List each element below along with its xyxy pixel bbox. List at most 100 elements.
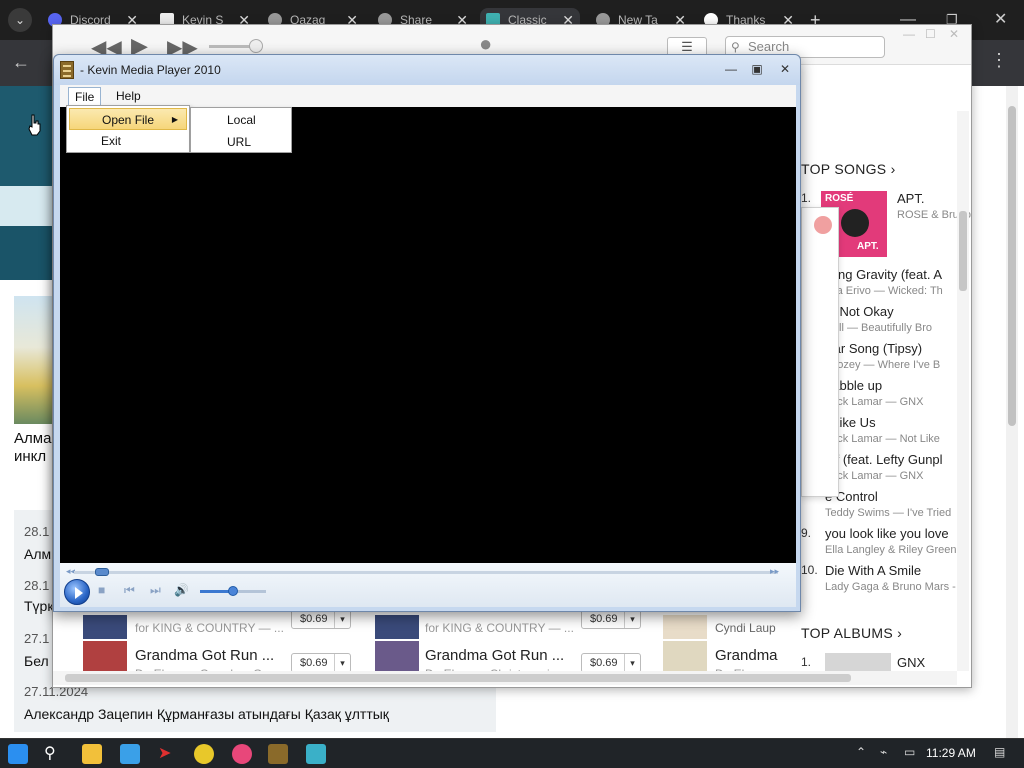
clock[interactable]: 11:29 AM (926, 746, 976, 760)
top-albums-header[interactable]: TOP ALBUMS › (801, 625, 902, 641)
player-title-bar[interactable]: - Kevin Media Player 2010 — ▣ ✕ (54, 55, 800, 85)
network-icon[interactable]: ⌁ (880, 745, 887, 759)
song-rank: 9. (801, 526, 812, 540)
itunes-volume-slider[interactable] (209, 39, 263, 53)
itunes-side-popup (801, 207, 839, 497)
news-title[interactable]: Бел (24, 653, 49, 669)
itunes-vertical-scrollbar[interactable] (957, 111, 969, 671)
tray-chevron-icon[interactable]: ⌃ (856, 745, 866, 759)
menu-item-label: Local (227, 113, 256, 127)
search-icon[interactable]: ⚲ (44, 744, 64, 764)
seek-knob[interactable] (95, 568, 110, 576)
itunes-icon[interactable] (232, 744, 252, 764)
seek-bar[interactable] (74, 568, 778, 576)
site-subheader (0, 186, 56, 226)
other-app-icon[interactable] (306, 744, 326, 764)
headline-line1[interactable]: Алма (14, 430, 51, 447)
price-label: $0.69 (590, 657, 618, 669)
song-artist: thia Erivo — Wicked: Th (825, 285, 943, 297)
price-button[interactable]: $0.69 ▾ (581, 653, 641, 673)
film-icon (60, 61, 74, 79)
record-icon[interactable] (814, 216, 832, 234)
itunes-minimize-icon[interactable]: — (903, 27, 915, 41)
store-icon[interactable] (120, 744, 140, 764)
row-title[interactable]: Grandma Got Run ... (425, 647, 564, 664)
price-button[interactable]: $0.69 ▾ (291, 653, 351, 673)
volume-icon[interactable]: 🔊 (174, 583, 189, 597)
player-minimize-icon[interactable]: — (722, 61, 740, 77)
back-button[interactable]: ← (12, 52, 30, 73)
player-close-icon[interactable]: ✕ (776, 61, 794, 77)
song-title: Bar Song (Tipsy) (825, 341, 923, 356)
file-explorer-icon[interactable] (82, 744, 102, 764)
news-photo (14, 296, 54, 424)
media-app-icon[interactable]: ➤ (158, 744, 178, 764)
scrollbar-thumb[interactable] (65, 674, 851, 682)
more-menu-button[interactable]: ⋮ (990, 50, 1008, 71)
price-button[interactable]: $0.69 ▾ (581, 609, 641, 629)
stop-icon[interactable]: ■ (98, 583, 105, 597)
site-header (0, 86, 56, 186)
windows-taskbar: ⚲ ➤ ⌃ ⌁ ▭ 11:29 AM ▤ (0, 738, 1024, 768)
album-thumb (83, 615, 127, 639)
price-label: $0.69 (590, 613, 618, 625)
album-art-text: APT. (857, 241, 879, 252)
song-artist: Roll — Beautifully Bro (825, 322, 932, 334)
song-row[interactable]: 10. Die With A Smile Lady Gaga & Bruno M… (801, 561, 973, 598)
row-title[interactable]: Grandma (715, 647, 778, 664)
chevron-down-icon[interactable]: ▾ (334, 610, 350, 628)
chrome-icon[interactable] (194, 744, 214, 764)
seek-forward-arrow-icon: ▸▸ (770, 566, 780, 576)
song-artist: drick Lamar — GNX (825, 470, 924, 482)
song-artist: drick Lamar — GNX (825, 396, 924, 408)
song-rank: 10. (801, 563, 818, 577)
song-artist: Ella Langley & Riley Green (825, 544, 957, 556)
news-title[interactable]: Алм (24, 546, 51, 562)
song-artist: Lady Gaga & Bruno Mars - (825, 581, 956, 593)
itunes-maximize-icon[interactable]: ☐ (925, 27, 936, 41)
volume-slider[interactable] (200, 586, 266, 596)
menu-file[interactable]: File (68, 87, 102, 107)
itunes-close-icon[interactable]: ✕ (949, 27, 959, 41)
next-icon[interactable]: ⏭ (150, 583, 161, 598)
menu-help[interactable]: Help (110, 87, 147, 107)
previous-icon[interactable]: ⏮ (124, 583, 135, 598)
price-button[interactable]: $0.69 ▾ (291, 609, 351, 629)
play-button[interactable] (64, 579, 90, 605)
chevron-down-icon[interactable]: ▾ (624, 610, 640, 628)
top-songs-header[interactable]: TOP SONGS › (801, 161, 896, 177)
volume-knob[interactable] (249, 39, 263, 53)
news-date: 28.1 (24, 524, 50, 539)
display-icon[interactable]: ▭ (904, 745, 915, 759)
menu-item-open-file[interactable]: Open File ▶ (69, 108, 187, 130)
chevron-down-icon[interactable]: ▾ (334, 654, 350, 672)
headline-line2[interactable]: инкл (14, 448, 46, 465)
submenu-arrow-icon: ▶ (171, 115, 178, 124)
song-title: Die With A Smile (825, 563, 922, 578)
menu-item-local[interactable]: Local (193, 109, 289, 131)
notifications-icon[interactable]: ▤ (994, 745, 1005, 759)
tab-search-button[interactable]: ⌄ (8, 8, 32, 32)
video-area[interactable] (60, 107, 796, 563)
volume-knob[interactable] (228, 586, 238, 596)
itunes-horizontal-scrollbar[interactable] (53, 671, 957, 685)
page-scrollbar[interactable] (1006, 86, 1018, 738)
price-label: $0.69 (300, 657, 328, 669)
news-title[interactable]: Түрк (24, 598, 53, 614)
menu-item-exit[interactable]: Exit (69, 130, 187, 152)
scrollbar-thumb[interactable] (959, 211, 967, 291)
menu-item-url[interactable]: URL (193, 131, 289, 153)
kevin-media-player-icon[interactable] (268, 744, 288, 764)
menu-item-label: URL (227, 135, 252, 149)
song-row[interactable]: 9. you look like you love Ella Langley &… (801, 524, 973, 561)
player-maximize-icon[interactable]: ▣ (748, 61, 766, 77)
row-title[interactable]: Grandma Got Run ... (135, 647, 274, 664)
close-button[interactable]: ✕ (994, 8, 1007, 32)
scrollbar-thumb[interactable] (1008, 106, 1016, 426)
news-date: 28.1 (24, 578, 50, 593)
news-title[interactable]: Александр Зацепин Құрманғазы атындағы Қа… (24, 706, 389, 722)
start-icon[interactable] (8, 744, 28, 764)
chevron-down-icon[interactable]: ▾ (624, 654, 640, 672)
site-nav-bar (0, 226, 56, 280)
song-title: you look like you love (825, 526, 949, 541)
